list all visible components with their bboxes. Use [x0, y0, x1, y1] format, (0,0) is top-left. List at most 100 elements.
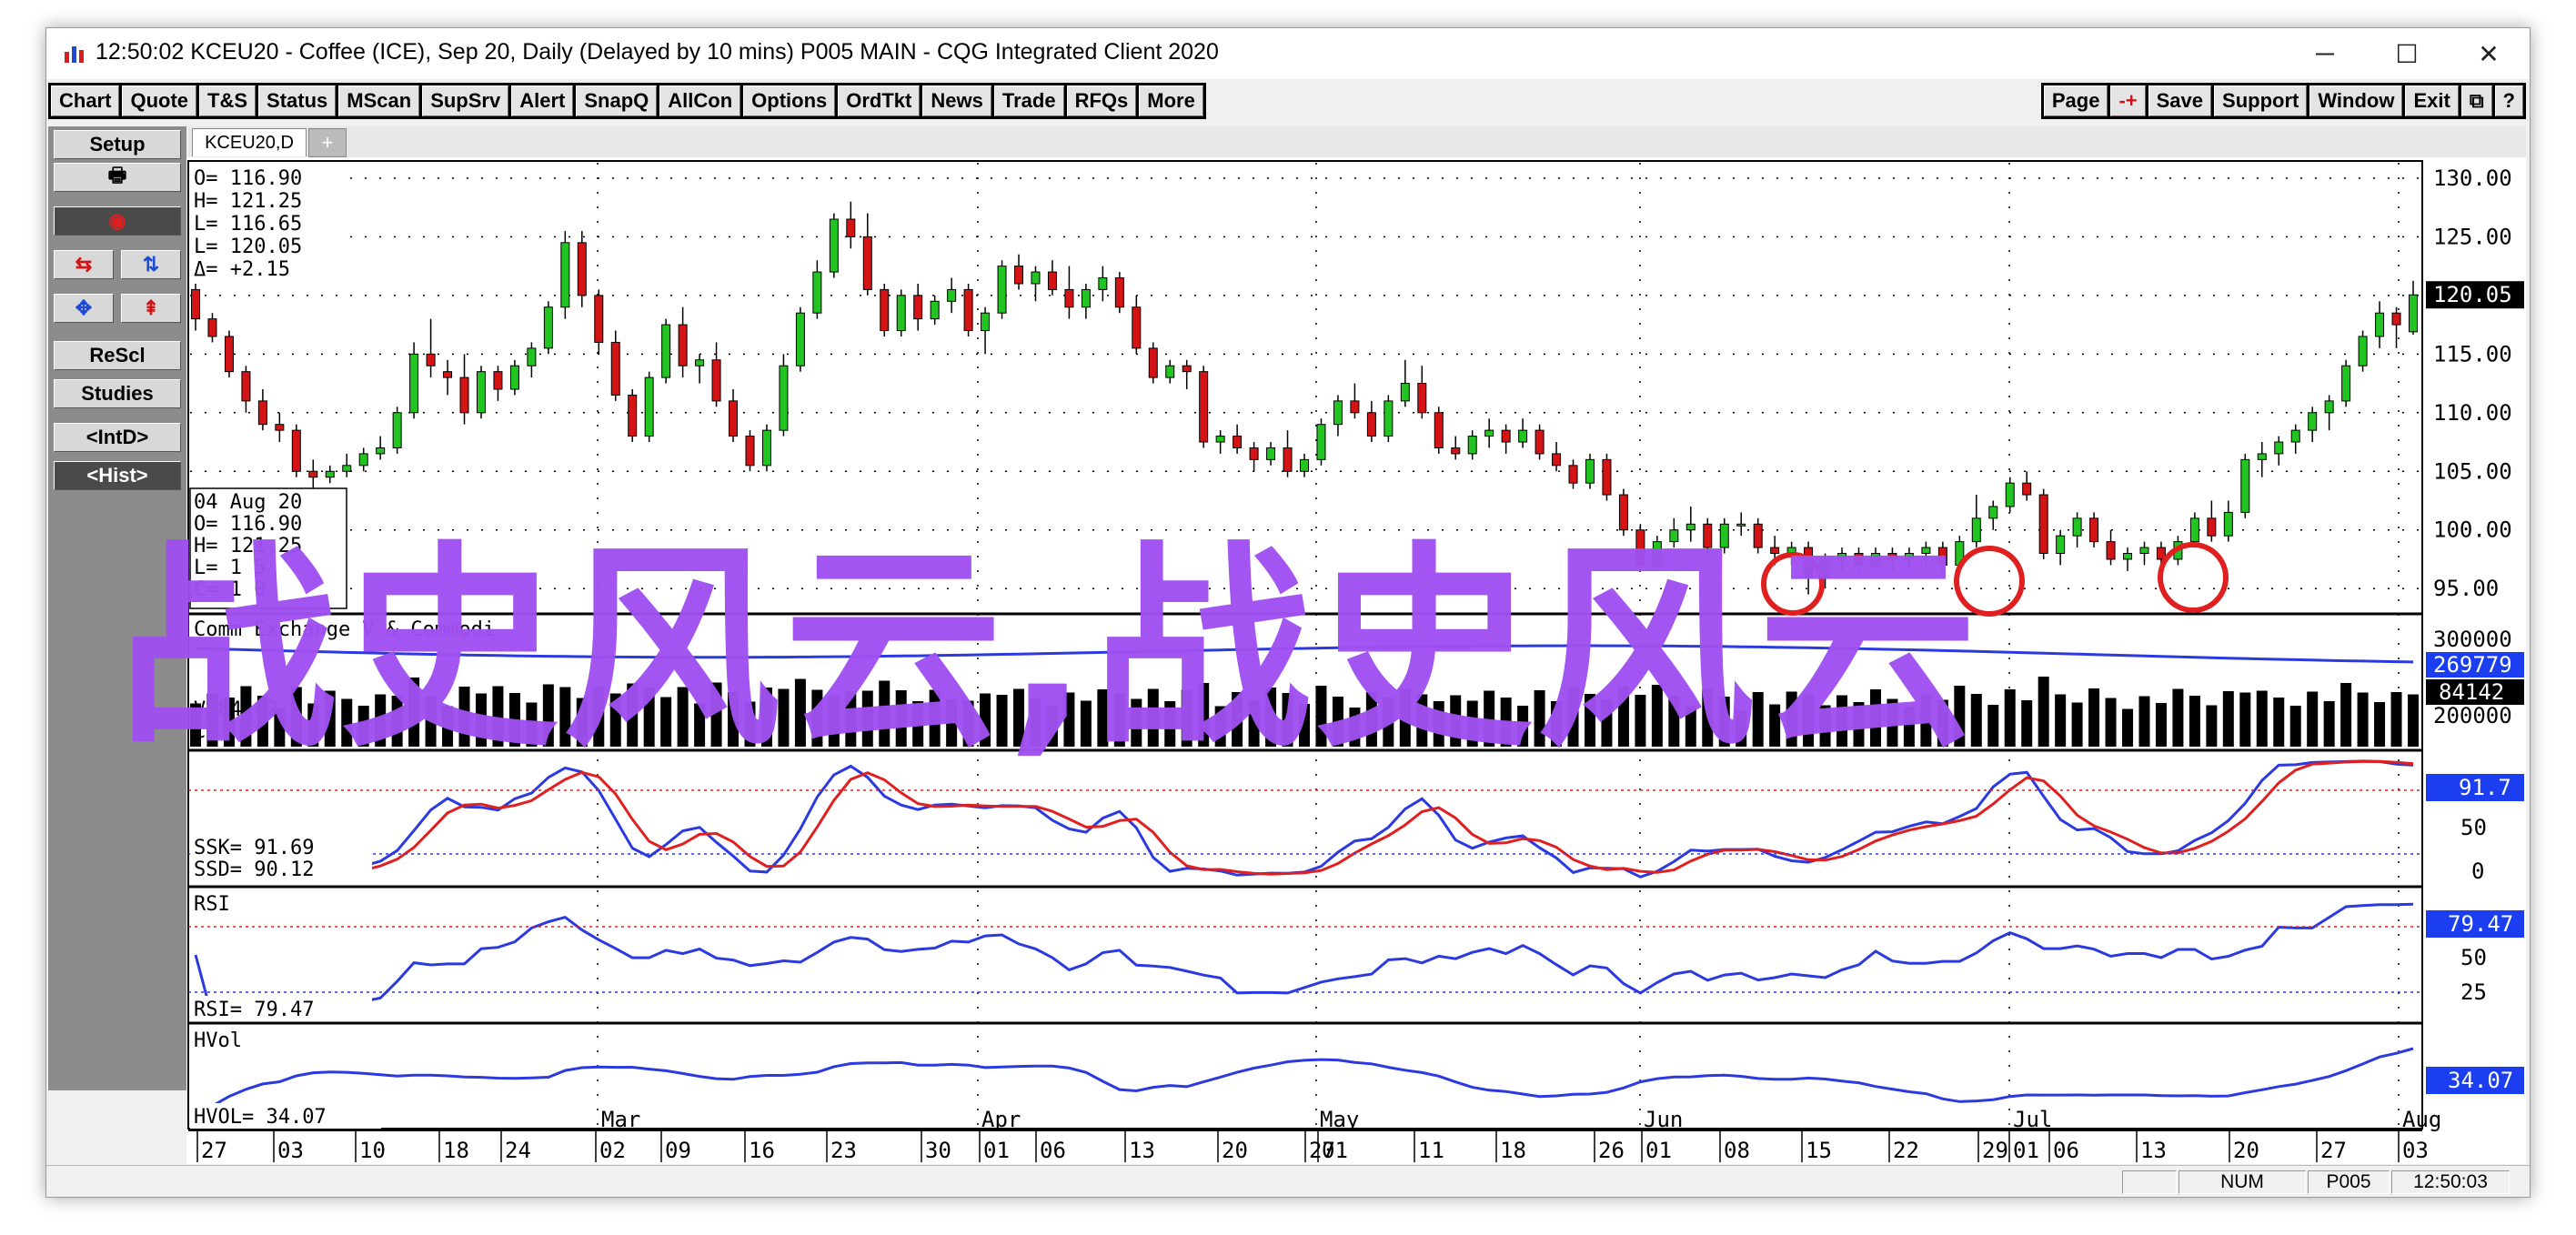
hvol-value-label: HVOL= 34.07: [194, 1106, 327, 1129]
toolbar-button-rfqs[interactable]: RFQs: [1066, 85, 1137, 116]
candle-body: [997, 266, 1007, 314]
candle-body: [610, 341, 620, 396]
candle-body: [1467, 436, 1477, 455]
day-label: 29: [1982, 1138, 2008, 1163]
toolbar-button-mscan[interactable]: MScan: [338, 85, 420, 116]
tab-kceu20-daily[interactable]: KCEU20,D: [192, 128, 307, 156]
scroll-horizontal-button[interactable]: ⇆: [54, 250, 114, 279]
candle-body: [2189, 517, 2199, 543]
add-tab-button[interactable]: +: [308, 128, 347, 157]
toolbar-left-group: Chart Quote T&S Status MScan SupSrv Alert SnapQ…: [48, 83, 1206, 119]
toolbar-button-snapq[interactable]: SnapQ: [576, 85, 658, 116]
toolbar-button-save[interactable]: Save: [2148, 85, 2212, 116]
toolbar-button-alert[interactable]: Alert: [511, 85, 574, 116]
toolbar-button-restore[interactable]: ⧉: [2460, 85, 2492, 116]
watermark-text: 战史风云,战史风云: [118, 522, 1981, 777]
svg-text:25: 25: [2460, 979, 2487, 1005]
volume-bar: [2055, 694, 2067, 747]
toolbar-button-window[interactable]: Window: [2309, 85, 2403, 116]
setup-button[interactable]: Setup: [54, 130, 181, 159]
candle-body: [459, 377, 469, 414]
volume-bar: [2088, 688, 2100, 747]
volume-bar: [2390, 692, 2402, 747]
ssk-value-label: SSK= 91.69: [194, 837, 314, 859]
toolbar-button-zoom[interactable]: -+: [2110, 85, 2146, 116]
candle-body: [947, 288, 957, 302]
print-button[interactable]: 🖶: [54, 163, 181, 192]
svg-text:91.7: 91.7: [2459, 775, 2511, 800]
day-label: 22: [1893, 1138, 1919, 1163]
day-label: 03: [2402, 1138, 2429, 1163]
candle-body: [1182, 365, 1192, 373]
ohlc-readout: O= 116.90 H= 121.25 L= 116.65 L= 120.05 …: [190, 163, 345, 281]
price-axis-label: 95.00: [2433, 576, 2499, 601]
volume-bar: [2021, 700, 2033, 747]
volume-bar: [2071, 702, 2083, 747]
toolbar-button-more[interactable]: More: [1139, 85, 1203, 116]
candle-body: [1434, 412, 1444, 448]
hvol-axis: 34.07: [2426, 1067, 2524, 1094]
candle-body: [2072, 517, 2082, 537]
candle-body: [2106, 541, 2116, 560]
close-button[interactable]: ✕: [2448, 28, 2530, 79]
price-axis-label: 115.00: [2433, 341, 2512, 366]
price-axis-label: 125.00: [2433, 224, 2512, 249]
toolbar-button-status[interactable]: Status: [258, 85, 337, 116]
zoom-button[interactable]: ✥: [54, 294, 114, 323]
scroll-vertical-button[interactable]: ⇅: [121, 250, 181, 279]
rescale-button[interactable]: ReScl: [54, 341, 181, 370]
minimize-button[interactable]: ─: [2284, 28, 2366, 79]
volume-bar: [2105, 698, 2117, 747]
toolbar-button-quote[interactable]: Quote: [122, 85, 197, 116]
intraday-button[interactable]: <IntD>: [54, 423, 181, 452]
volume-bar: [2172, 688, 2184, 747]
candle-body: [2005, 482, 2015, 507]
day-label: 26: [1598, 1138, 1625, 1163]
title-bar[interactable]: 12:50:02 KCEU20 - Coffee (ICE), Sep 20, …: [46, 28, 2530, 79]
volume-bar: [2357, 692, 2369, 747]
day-label: 03: [277, 1138, 304, 1163]
volume-bar: [2323, 701, 2335, 747]
volume-bar: [2374, 702, 2386, 747]
candle-body: [2358, 336, 2368, 366]
hvol-panel-label: HVol: [194, 1029, 242, 1052]
candle-body: [275, 424, 285, 431]
candle-body: [2409, 294, 2418, 333]
volume-bar: [2256, 690, 2268, 747]
maximize-button[interactable]: ☐: [2366, 28, 2448, 79]
toolbar-button-ordtkt[interactable]: OrdTkt: [838, 85, 921, 116]
toolbar-button-trade[interactable]: Trade: [993, 85, 1064, 116]
volume-bar: [2206, 705, 2218, 747]
toolbar-button-supsrv[interactable]: SupSrv: [422, 85, 509, 116]
toolbar-button-allcon[interactable]: AllCon: [659, 85, 741, 116]
toolbar-button-options[interactable]: Options: [743, 85, 836, 116]
status-empty-cell: [2122, 1170, 2177, 1194]
candle-body: [527, 347, 537, 366]
cycle-button[interactable]: ◉: [54, 206, 181, 236]
toolbar-button-t-s[interactable]: T&S: [199, 85, 257, 116]
svg-text:79.47: 79.47: [2448, 911, 2513, 937]
candle-body: [2375, 312, 2385, 337]
day-label: 08: [1724, 1138, 1750, 1163]
compress-button[interactable]: ⇞: [121, 294, 181, 323]
vertical-arrows-icon: ⇅: [142, 253, 160, 276]
toolbar-button-exit[interactable]: Exit: [2405, 85, 2459, 116]
svg-text:50: 50: [2460, 815, 2487, 840]
candle-body: [761, 429, 771, 467]
candle-body: [493, 371, 503, 390]
volume-bar: [2408, 694, 2419, 747]
toolbar-button-help[interactable]: ?: [2494, 85, 2523, 116]
window-title: 12:50:02 KCEU20 - Coffee (ICE), Sep 20, …: [96, 39, 1219, 65]
toolbar-button-page[interactable]: Page: [2043, 85, 2108, 116]
month-label: Aug: [2402, 1107, 2441, 1132]
candle-body: [2089, 517, 2099, 543]
toolbar-button-support[interactable]: Support: [2214, 85, 2308, 116]
month-label: Apr: [981, 1107, 1021, 1132]
month-label: May: [1320, 1107, 1359, 1132]
toolbar-button-news[interactable]: News: [922, 85, 991, 116]
toolbar-button-chart[interactable]: Chart: [51, 85, 120, 116]
day-label: 01: [1322, 1138, 1348, 1163]
candle-body: [409, 353, 419, 414]
studies-button[interactable]: Studies: [54, 379, 181, 408]
candle-body: [2038, 494, 2048, 555]
